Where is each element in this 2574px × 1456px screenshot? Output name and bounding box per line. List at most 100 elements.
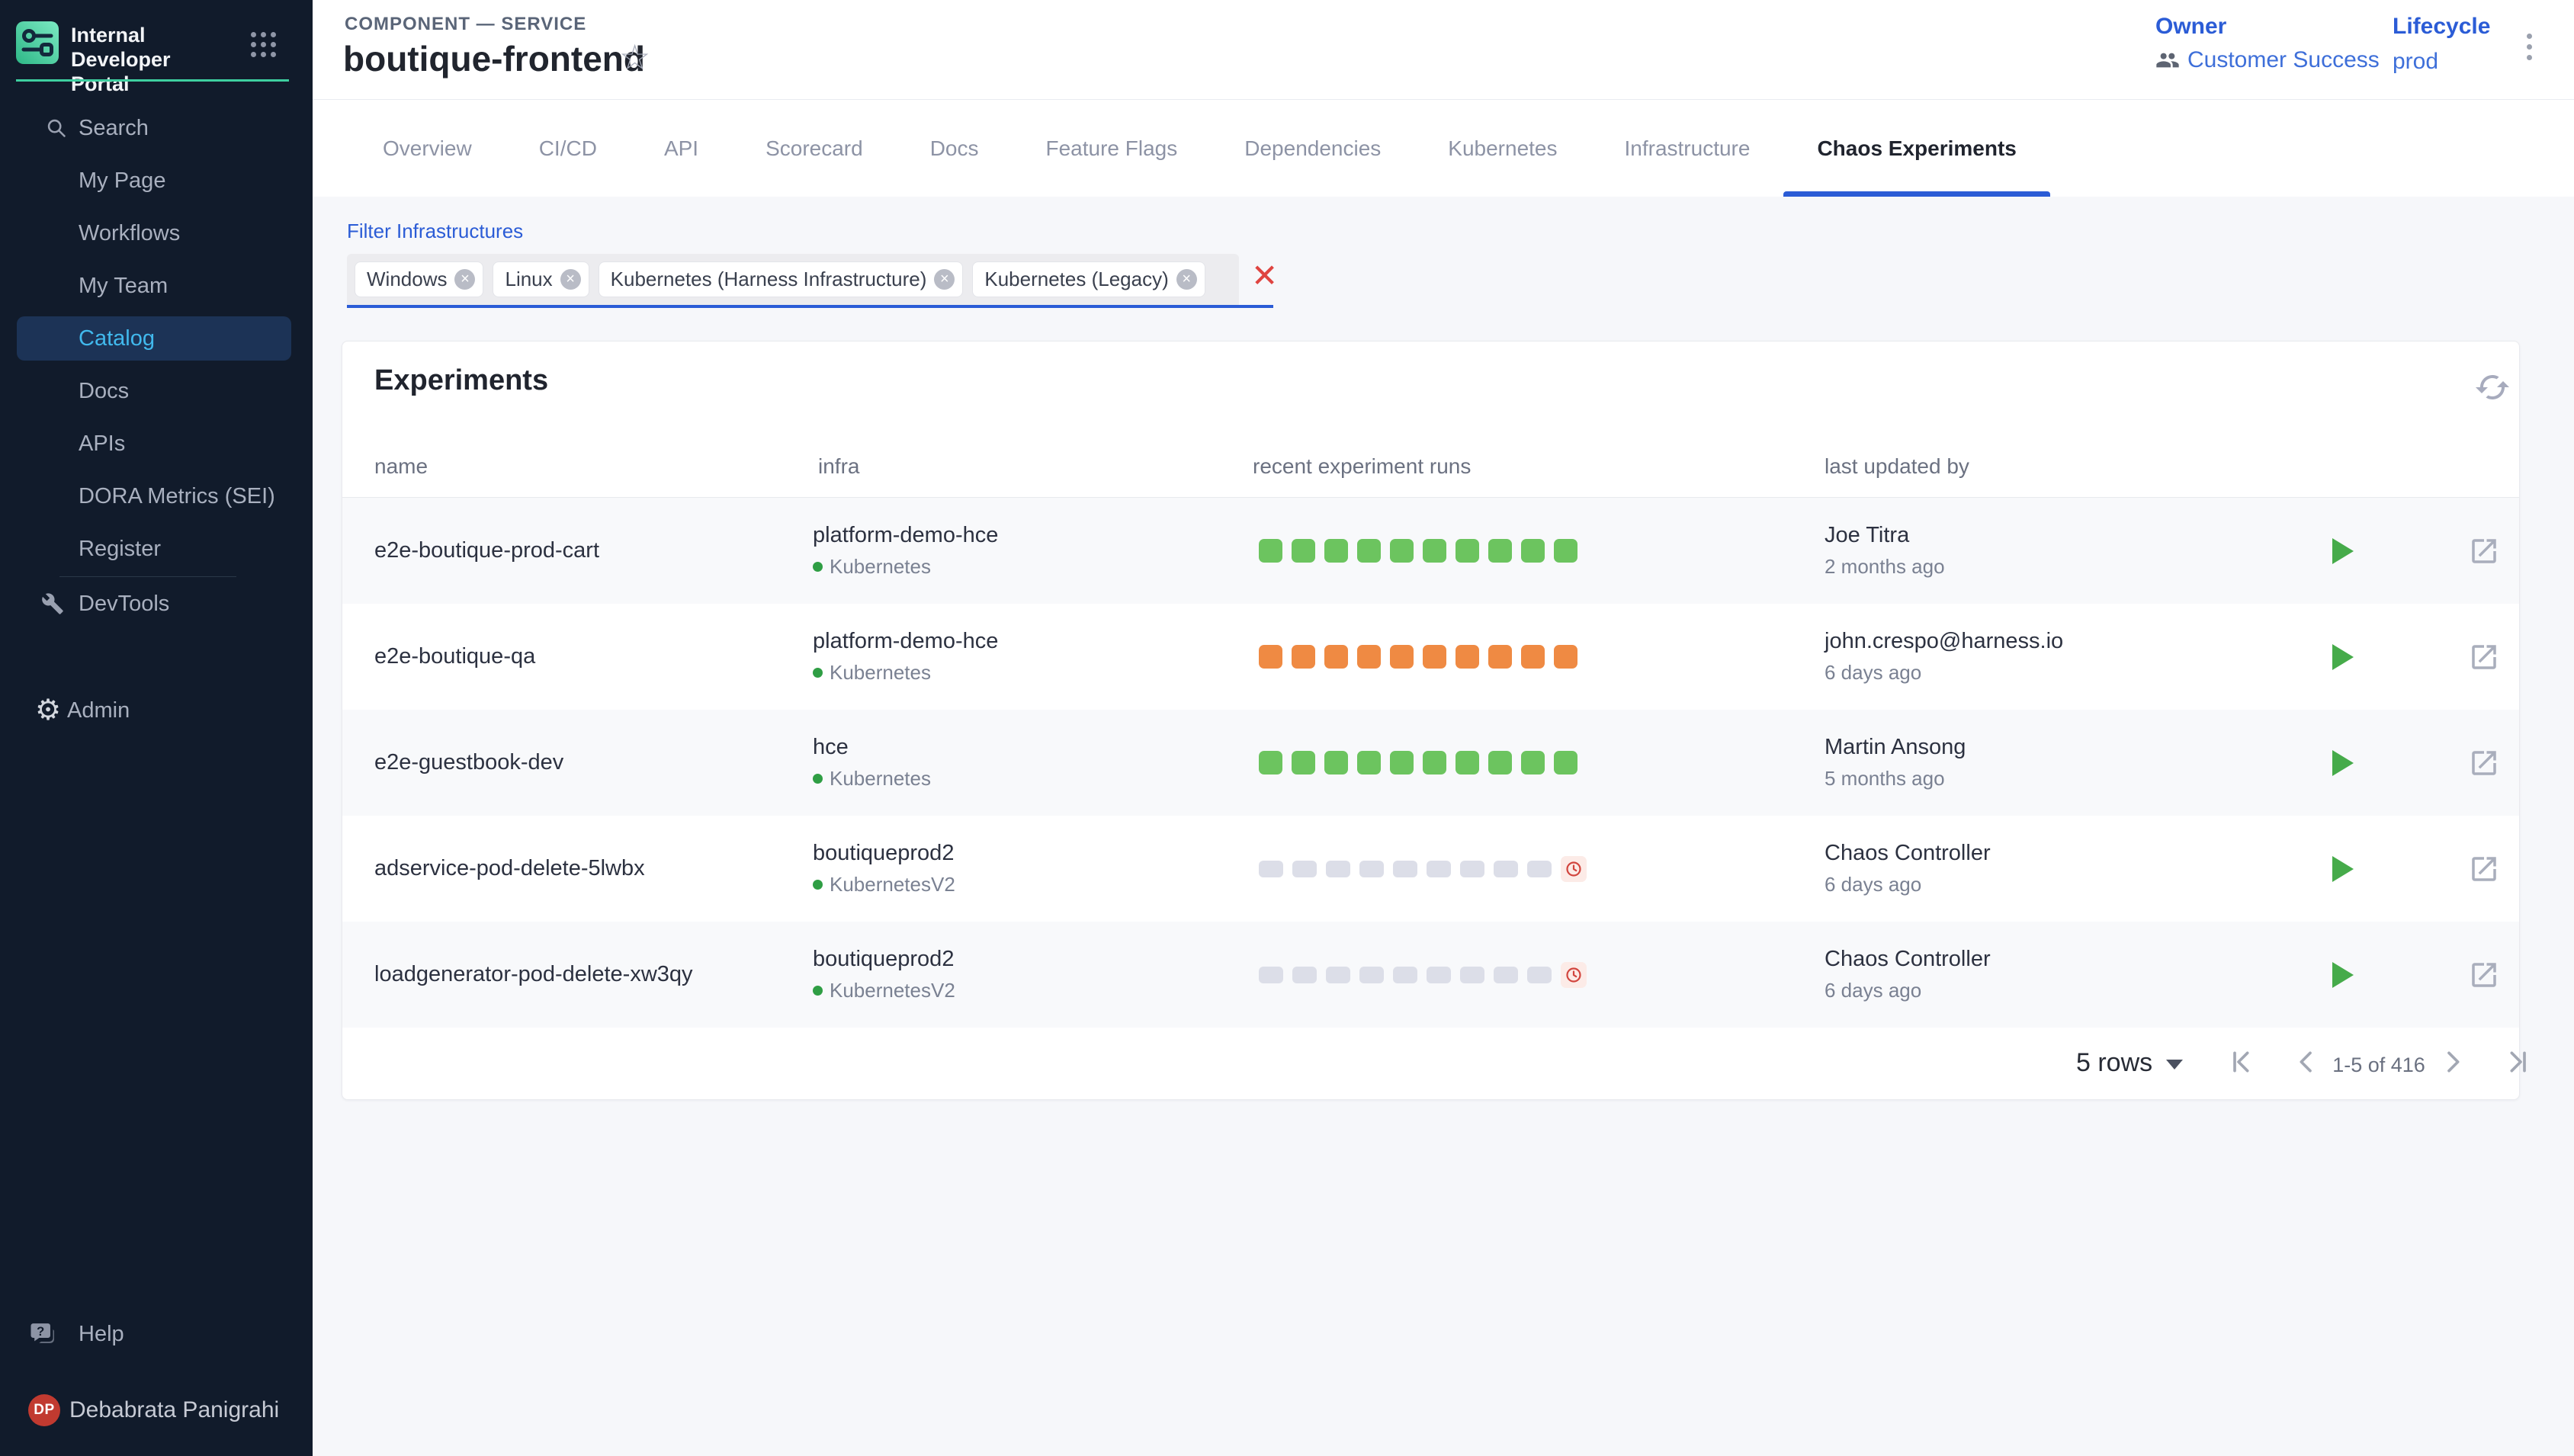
wrench-icon — [41, 592, 64, 615]
run-experiment-button[interactable] — [2332, 962, 2354, 988]
tab-docs[interactable]: Docs — [897, 100, 1013, 197]
run-indicator — [1292, 539, 1315, 563]
rows-per-page-select[interactable]: 5 rows — [2076, 1048, 2183, 1078]
svg-text:?: ? — [37, 1324, 44, 1339]
open-in-new-icon[interactable] — [2468, 853, 2500, 885]
chip-remove-icon[interactable]: × — [1176, 269, 1197, 290]
run-indicator — [1390, 645, 1414, 669]
chip-label: Linux — [505, 268, 552, 291]
sidebar-item-admin[interactable]: ⚙ Admin — [17, 688, 291, 733]
chevron-down-icon — [2166, 1060, 2183, 1070]
chip-remove-icon[interactable]: × — [454, 269, 475, 290]
sidebar-item-help[interactable]: ? Help — [17, 1312, 291, 1356]
filter-infrastructures-link[interactable]: Filter Infrastructures — [347, 220, 523, 243]
people-icon — [2155, 50, 2180, 70]
tab-kubernetes[interactable]: Kubernetes — [1414, 100, 1590, 197]
sidebar-item-label: DORA Metrics (SEI) — [79, 484, 275, 509]
infra-name: hce — [813, 735, 931, 760]
filter-chip-kubernetes-harness-infrastructure: Kubernetes (Harness Infrastructure)× — [599, 261, 964, 297]
sidebar-item-workflows[interactable]: Workflows — [17, 211, 291, 255]
open-in-new-icon[interactable] — [2468, 959, 2500, 991]
sidebar-item-label: Search — [79, 116, 149, 141]
apps-grid-icon[interactable] — [251, 32, 276, 57]
infrastructure-filter-field[interactable]: Windows×Linux×Kubernetes (Harness Infras… — [347, 254, 1239, 305]
sidebar-item-my-team[interactable]: My Team — [17, 264, 291, 308]
sidebar-item-dora-metrics[interactable]: DORA Metrics (SEI) — [17, 474, 291, 518]
open-in-new-icon[interactable] — [2468, 535, 2500, 567]
lifecycle-label: Lifecycle — [2393, 14, 2490, 40]
sidebar-item-devtools[interactable]: DevTools — [17, 582, 291, 626]
kebab-menu-icon[interactable] — [2522, 29, 2537, 65]
infra-cell: boutiqueprod2 KubernetesV2 — [813, 922, 955, 1028]
tab-scorecard[interactable]: Scorecard — [732, 100, 897, 197]
favorite-star-icon[interactable]: ☆ — [619, 37, 650, 78]
row-actions — [2332, 604, 2519, 710]
open-in-new-icon[interactable] — [2468, 747, 2500, 779]
sidebar-item-docs[interactable]: Docs — [17, 369, 291, 413]
row-actions — [2332, 922, 2519, 1028]
last-page-icon[interactable] — [2502, 1047, 2532, 1077]
open-in-new-icon[interactable] — [2468, 641, 2500, 673]
refresh-icon[interactable] — [2474, 369, 2511, 406]
sidebar-item-catalog[interactable]: Catalog — [17, 316, 291, 361]
run-experiment-button[interactable] — [2332, 750, 2354, 776]
run-indicator — [1390, 751, 1414, 775]
tab-feature-flags[interactable]: Feature Flags — [1013, 100, 1212, 197]
updated-when: 6 days ago — [1825, 873, 1991, 896]
sidebar-item-label: Admin — [67, 698, 130, 723]
run-indicator — [1259, 861, 1283, 877]
updated-by: john.crespo@harness.io — [1825, 629, 2063, 654]
run-experiment-button[interactable] — [2332, 856, 2354, 882]
first-page-icon[interactable] — [2227, 1047, 2258, 1077]
tab-dependencies[interactable]: Dependencies — [1211, 100, 1414, 197]
run-indicator — [1292, 751, 1315, 775]
filter-field-underline — [347, 305, 1273, 308]
run-indicator — [1259, 539, 1282, 563]
run-indicator — [1423, 539, 1446, 563]
run-indicator — [1554, 539, 1577, 563]
run-indicator — [1460, 861, 1484, 877]
sidebar-item-search[interactable]: Search — [17, 106, 291, 150]
run-indicator — [1527, 967, 1552, 983]
experiment-name: e2e-boutique-prod-cart — [374, 498, 599, 604]
filter-chip-windows: Windows× — [355, 261, 483, 297]
last-updated-cell: Martin Ansong 5 months ago — [1825, 710, 1966, 816]
next-page-icon[interactable] — [2438, 1047, 2468, 1077]
sidebar-item-label: My Page — [79, 168, 165, 194]
run-indicator — [1292, 861, 1317, 877]
column-header-name: name — [374, 454, 428, 479]
run-indicator — [1527, 861, 1552, 877]
run-indicator — [1359, 967, 1384, 983]
tab-overview[interactable]: Overview — [349, 100, 505, 197]
overdue-clock-icon — [1561, 962, 1587, 988]
infra-cell: boutiqueprod2 KubernetesV2 — [813, 816, 955, 922]
sidebar-item-apis[interactable]: APIs — [17, 422, 291, 466]
brand-divider — [16, 79, 289, 82]
infra-status-dot — [813, 562, 823, 572]
tab-ci-cd[interactable]: CI/CD — [505, 100, 631, 197]
previous-page-icon[interactable] — [2291, 1047, 2322, 1077]
run-experiment-button[interactable] — [2332, 644, 2354, 670]
tab-infrastructure[interactable]: Infrastructure — [1591, 100, 1784, 197]
user-menu[interactable]: DP Debabrata Panigrahi — [17, 1388, 299, 1432]
chip-label: Kubernetes (Legacy) — [984, 268, 1168, 291]
recent-runs-cell — [1259, 922, 1587, 1028]
help-chat-icon: ? — [29, 1320, 56, 1348]
owner-link[interactable]: Customer Success — [2187, 47, 2380, 73]
entity-header: COMPONENT — SERVICE boutique-frontend ☆ … — [313, 0, 2574, 100]
tab-api[interactable]: API — [631, 100, 732, 197]
recent-runs-strip — [1259, 856, 1587, 882]
run-indicator — [1521, 645, 1545, 669]
recent-runs-cell — [1259, 604, 1577, 710]
sidebar-item-label: DevTools — [79, 592, 169, 617]
recent-runs-strip — [1259, 645, 1577, 669]
sidebar-item-my-page[interactable]: My Page — [17, 159, 291, 203]
sidebar-item-label: Workflows — [79, 221, 180, 246]
clear-filters-icon[interactable]: ✕ — [1251, 260, 1278, 292]
chip-remove-icon[interactable]: × — [934, 269, 955, 290]
run-experiment-button[interactable] — [2332, 538, 2354, 564]
sidebar-item-register[interactable]: Register — [17, 527, 291, 571]
chip-remove-icon[interactable]: × — [560, 269, 581, 290]
tab-chaos-experiments[interactable]: Chaos Experiments — [1783, 100, 2049, 197]
updated-when: 6 days ago — [1825, 661, 2063, 685]
